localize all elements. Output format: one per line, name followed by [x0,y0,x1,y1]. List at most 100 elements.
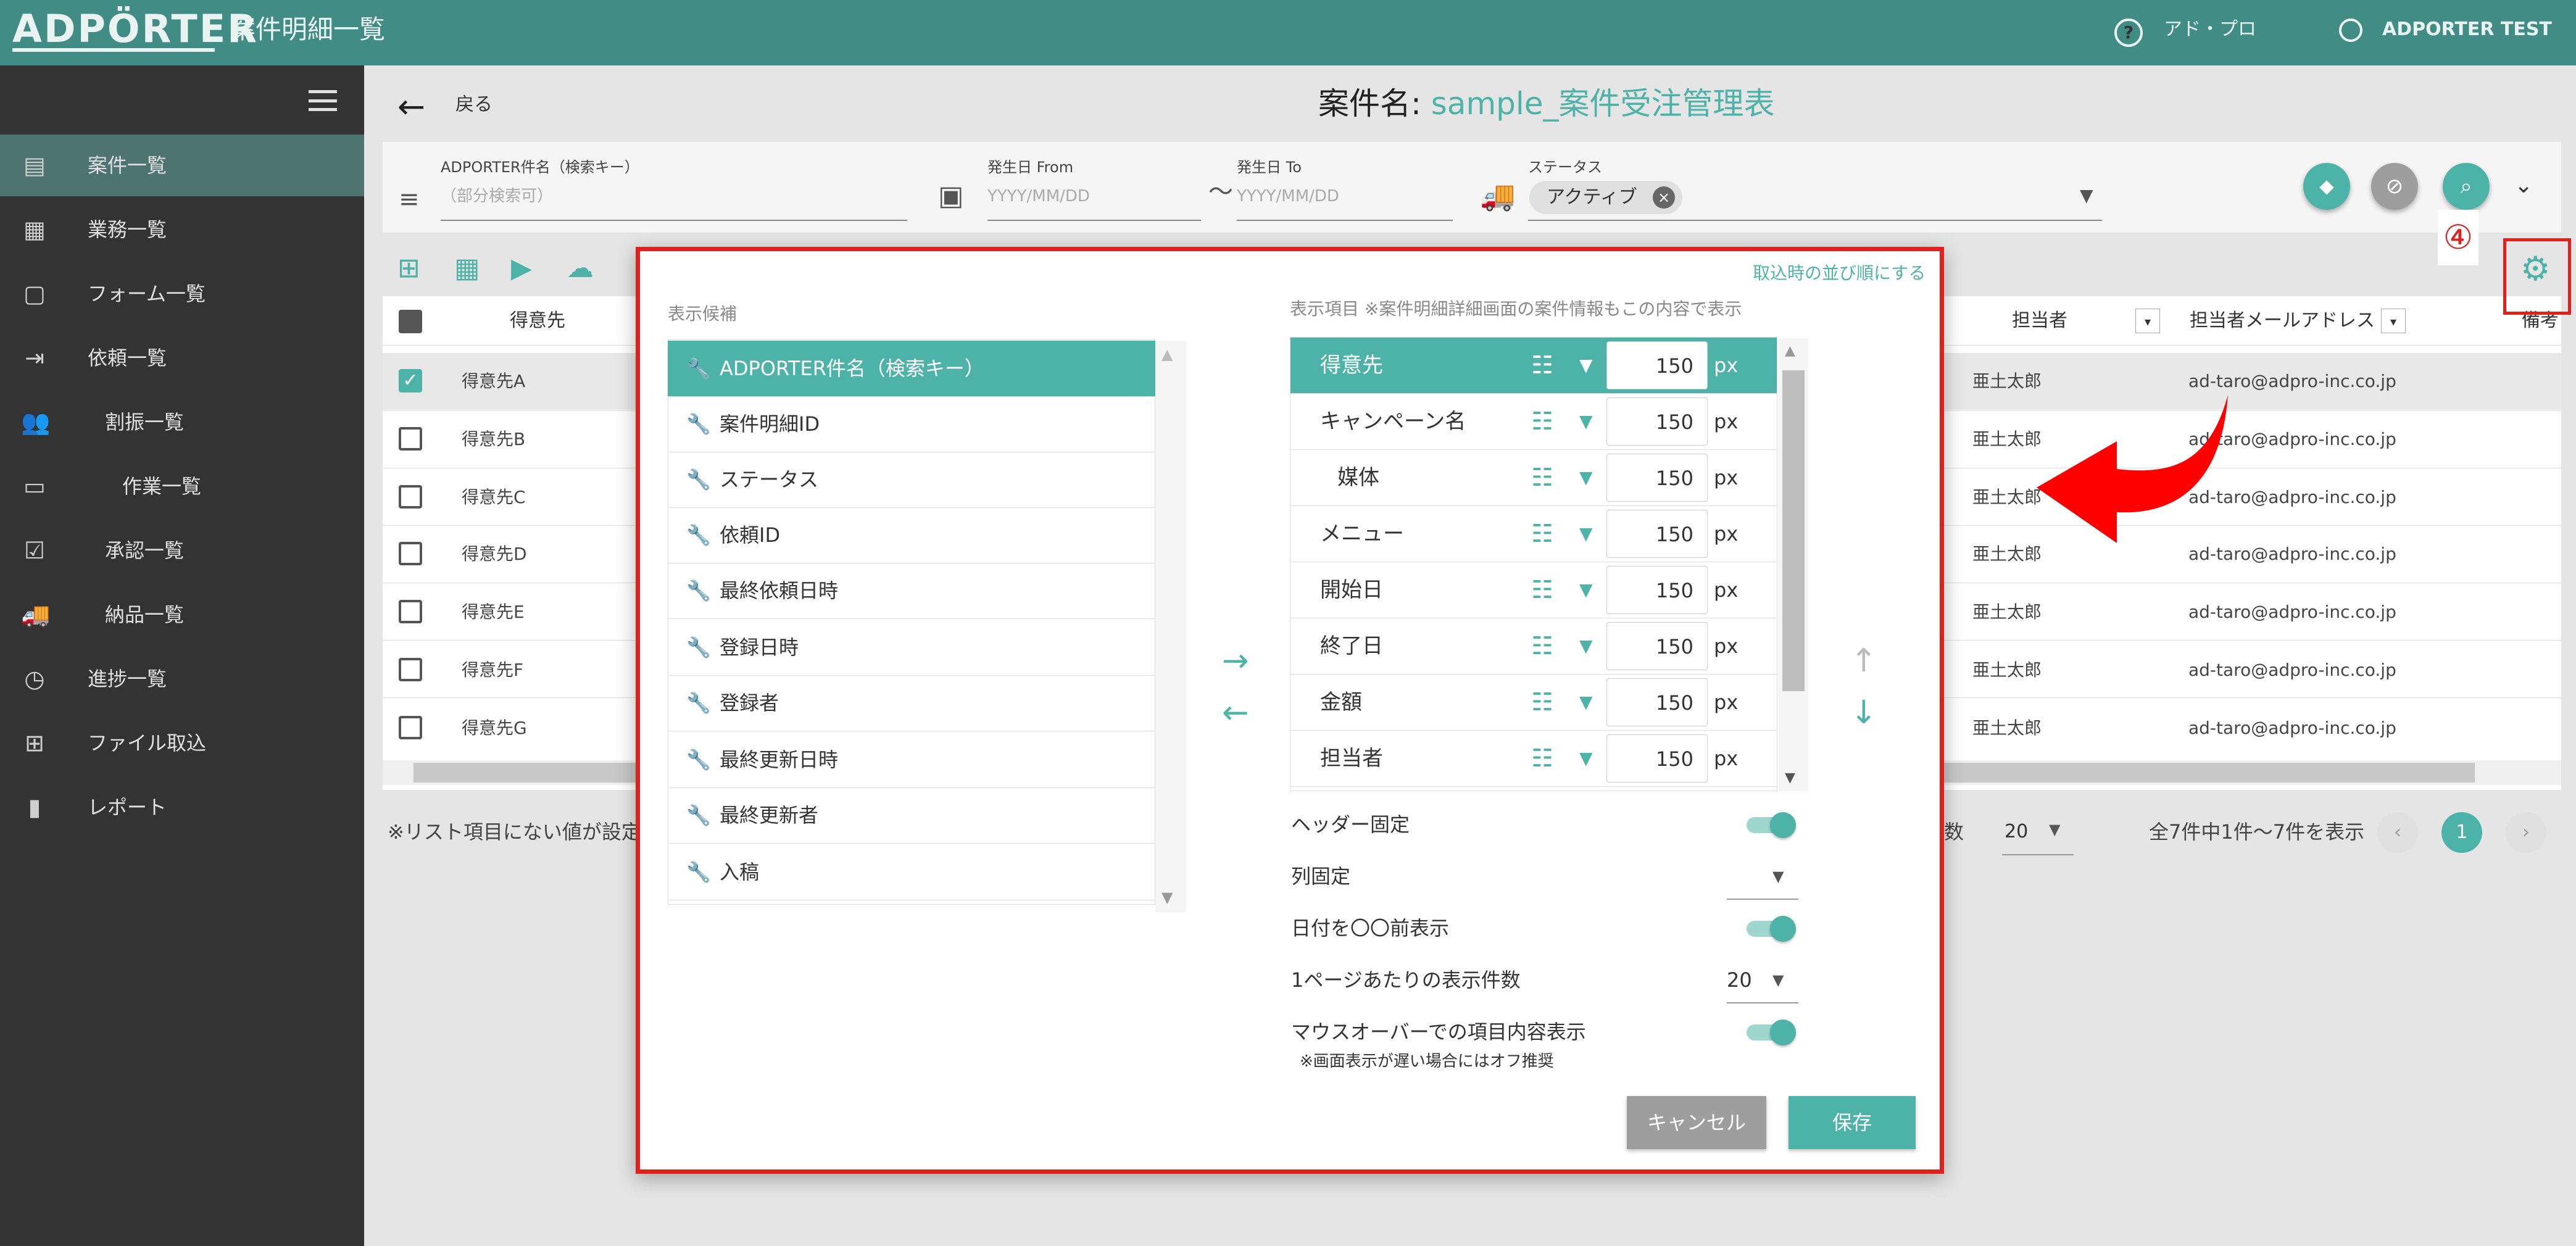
cancel-button[interactable]: キャンセル [1627,1096,1766,1149]
sidebar-item-assign[interactable]: 👥 割振一覧 [0,391,364,453]
sidebar-item-requests[interactable]: ⇥ 依頼一覧 [0,327,364,389]
tune-icon[interactable]: ☷ [1531,450,1553,505]
display-item[interactable]: キャンペーン名 ☷ ▼ 150 px [1290,394,1777,450]
hover-display-toggle[interactable] [1747,1020,1796,1045]
prev-page-button[interactable]: ‹ [2377,812,2418,853]
question-circle-icon[interactable]: ? [2114,19,2143,47]
display-item[interactable]: 担当者 ☷ ▼ 150 px [1290,731,1777,787]
sidebar-item-progress[interactable]: ◷ 進捗一覧 [0,648,364,710]
tune-icon[interactable]: ☷ [1531,731,1553,786]
chevron-down-icon[interactable]: ▼ [1579,562,1593,618]
expand-chevron-icon[interactable]: ⌄ [2514,173,2533,198]
width-input[interactable]: 150 [1606,678,1708,726]
sidebar-item-cases[interactable]: ▤ 案件一覧 [0,135,364,196]
candidate-item[interactable]: 🔧 案件明細ID [668,396,1155,452]
scroll-up-icon[interactable]: ▲ [1785,343,1795,359]
display-item[interactable]: 開始日 ☷ ▼ 150 px [1290,562,1777,618]
width-input[interactable]: 150 [1606,622,1708,670]
tune-icon[interactable]: ☷ [1531,675,1553,730]
per-page-option-select[interactable]: 20 [1727,966,1752,994]
chevron-down-icon[interactable]: ▼ [1579,731,1593,786]
tune-icon[interactable]: ☷ [1531,394,1553,449]
candidate-item[interactable]: 🔧 依頼ID [668,507,1155,563]
from-date-input[interactable]: YYYY/MM/DD [987,185,1201,207]
page-number-button[interactable]: 1 [2441,812,2482,853]
col-client-header[interactable]: 得意先 [510,296,565,346]
header-fixed-toggle[interactable] [1747,812,1796,838]
column-fixed-select[interactable] [1727,899,1798,900]
chevron-down-icon[interactable]: ▼ [1772,868,1784,885]
user-name[interactable]: ADPORTER TEST [2382,17,2552,42]
col-email-filter-icon[interactable]: ▾ [2381,309,2406,333]
to-date-input[interactable]: YYYY/MM/DD [1237,185,1453,207]
sidebar-item-deliveries[interactable]: 🚚 納品一覧 [0,584,364,646]
move-down-arrow-icon[interactable]: ↓ [1850,696,1877,729]
search-button[interactable]: ⌕ [2443,163,2490,210]
sidebar-item-operations[interactable]: ▦ 業務一覧 [0,199,364,260]
chevron-down-icon[interactable]: ▼ [2080,185,2093,206]
candidate-item[interactable]: 🔧 最終依頼日時 [668,563,1155,619]
move-up-arrow-icon[interactable]: ↑ [1850,644,1877,678]
move-right-arrow-icon[interactable]: → [1222,644,1249,678]
chevron-down-icon[interactable]: ▼ [1579,338,1593,393]
row-checkbox[interactable] [399,658,422,681]
per-page-select[interactable]: 20 [2005,818,2028,845]
status-chip[interactable]: アクティブ × [1529,181,1682,214]
calendar-icon[interactable]: ▣ [938,180,964,212]
row-checkbox[interactable] [399,716,422,739]
select-all-checkbox[interactable] [399,310,422,333]
sidebar-item-file-import[interactable]: ⊞ ファイル取込 [0,712,364,774]
chevron-down-icon[interactable]: ▼ [2049,821,2060,838]
close-icon[interactable]: × [1653,186,1675,209]
candidate-item[interactable]: 🔧 登録者 [668,675,1155,731]
candidate-item[interactable]: 🔧 登録日時 [668,620,1155,676]
table-add-icon[interactable]: ▦ [454,253,480,284]
row-checkbox[interactable] [399,485,422,509]
reset-order-link[interactable]: 取込時の並び順にする [1753,262,1926,285]
row-checkbox[interactable]: ✓ [399,369,422,392]
sidebar-item-tasks[interactable]: ▭ 作業一覧 [0,455,364,517]
play-icon[interactable]: ▶ [511,253,532,284]
scroll-up-icon[interactable]: ▲ [1161,346,1173,363]
display-item[interactable]: メニュー ☷ ▼ 150 px [1290,506,1777,562]
add-icon[interactable]: ⊞ [397,253,420,284]
chevron-down-icon[interactable]: ▼ [1579,506,1593,562]
org-name[interactable]: アド・プロ [2164,17,2256,42]
tune-icon[interactable]: ☷ [1531,338,1553,393]
candidate-item[interactable]: 🔧 最終更新者 [668,787,1155,844]
scrollbar-thumb[interactable] [1782,370,1805,691]
sidebar-item-forms[interactable]: ▢ フォーム一覧 [0,263,364,325]
chevron-down-icon[interactable]: ▼ [1579,394,1593,449]
chevron-down-icon[interactable]: ▼ [1579,675,1593,730]
upload-icon[interactable]: ☁ [567,253,594,284]
row-checkbox[interactable] [399,542,422,565]
col-person-filter-icon[interactable]: ▾ [2135,309,2160,333]
scroll-down-icon[interactable]: ▼ [1161,889,1173,906]
sidebar-item-approvals[interactable]: ☑ 承認一覧 [0,520,364,581]
app-logo[interactable]: ADPÖRTER [12,9,259,49]
chevron-down-icon[interactable]: ▼ [1579,618,1593,674]
chevron-down-icon[interactable]: ▼ [1772,971,1784,989]
move-left-arrow-icon[interactable]: ← [1222,696,1249,729]
clear-filter-button[interactable]: ⊘ [2371,163,2418,210]
tune-icon[interactable]: ☷ [1531,506,1553,562]
hamburger-menu-icon[interactable] [309,90,337,111]
back-link[interactable]: 戻る [455,93,492,117]
width-input[interactable]: 150 [1606,566,1708,614]
scroll-down-icon[interactable]: ▼ [1785,770,1795,786]
row-checkbox[interactable] [399,427,422,451]
width-input[interactable]: 150 [1606,454,1708,502]
candidate-item[interactable]: 🔧 ADPORTER件名（検索キー） [668,341,1155,397]
display-item[interactable]: 終了日 ☷ ▼ 150 px [1290,618,1777,675]
candidates-scrollbar[interactable] [1155,341,1186,912]
key-filter-input[interactable]: （部分検索可） [441,185,907,207]
width-input[interactable]: 150 [1606,510,1708,558]
save-button[interactable]: 保存 [1789,1096,1916,1149]
date-relative-toggle[interactable] [1747,916,1796,942]
col-email-header[interactable]: 担当者メールアドレス [2190,296,2375,346]
tag-button[interactable]: ⬥ [2303,163,2350,210]
width-input[interactable]: 150 [1606,341,1708,389]
col-person-header[interactable]: 担当者 [2012,296,2067,346]
next-page-button[interactable]: › [2506,812,2546,853]
display-item[interactable]: 得意先 ☷ ▼ 150 px [1290,338,1777,394]
